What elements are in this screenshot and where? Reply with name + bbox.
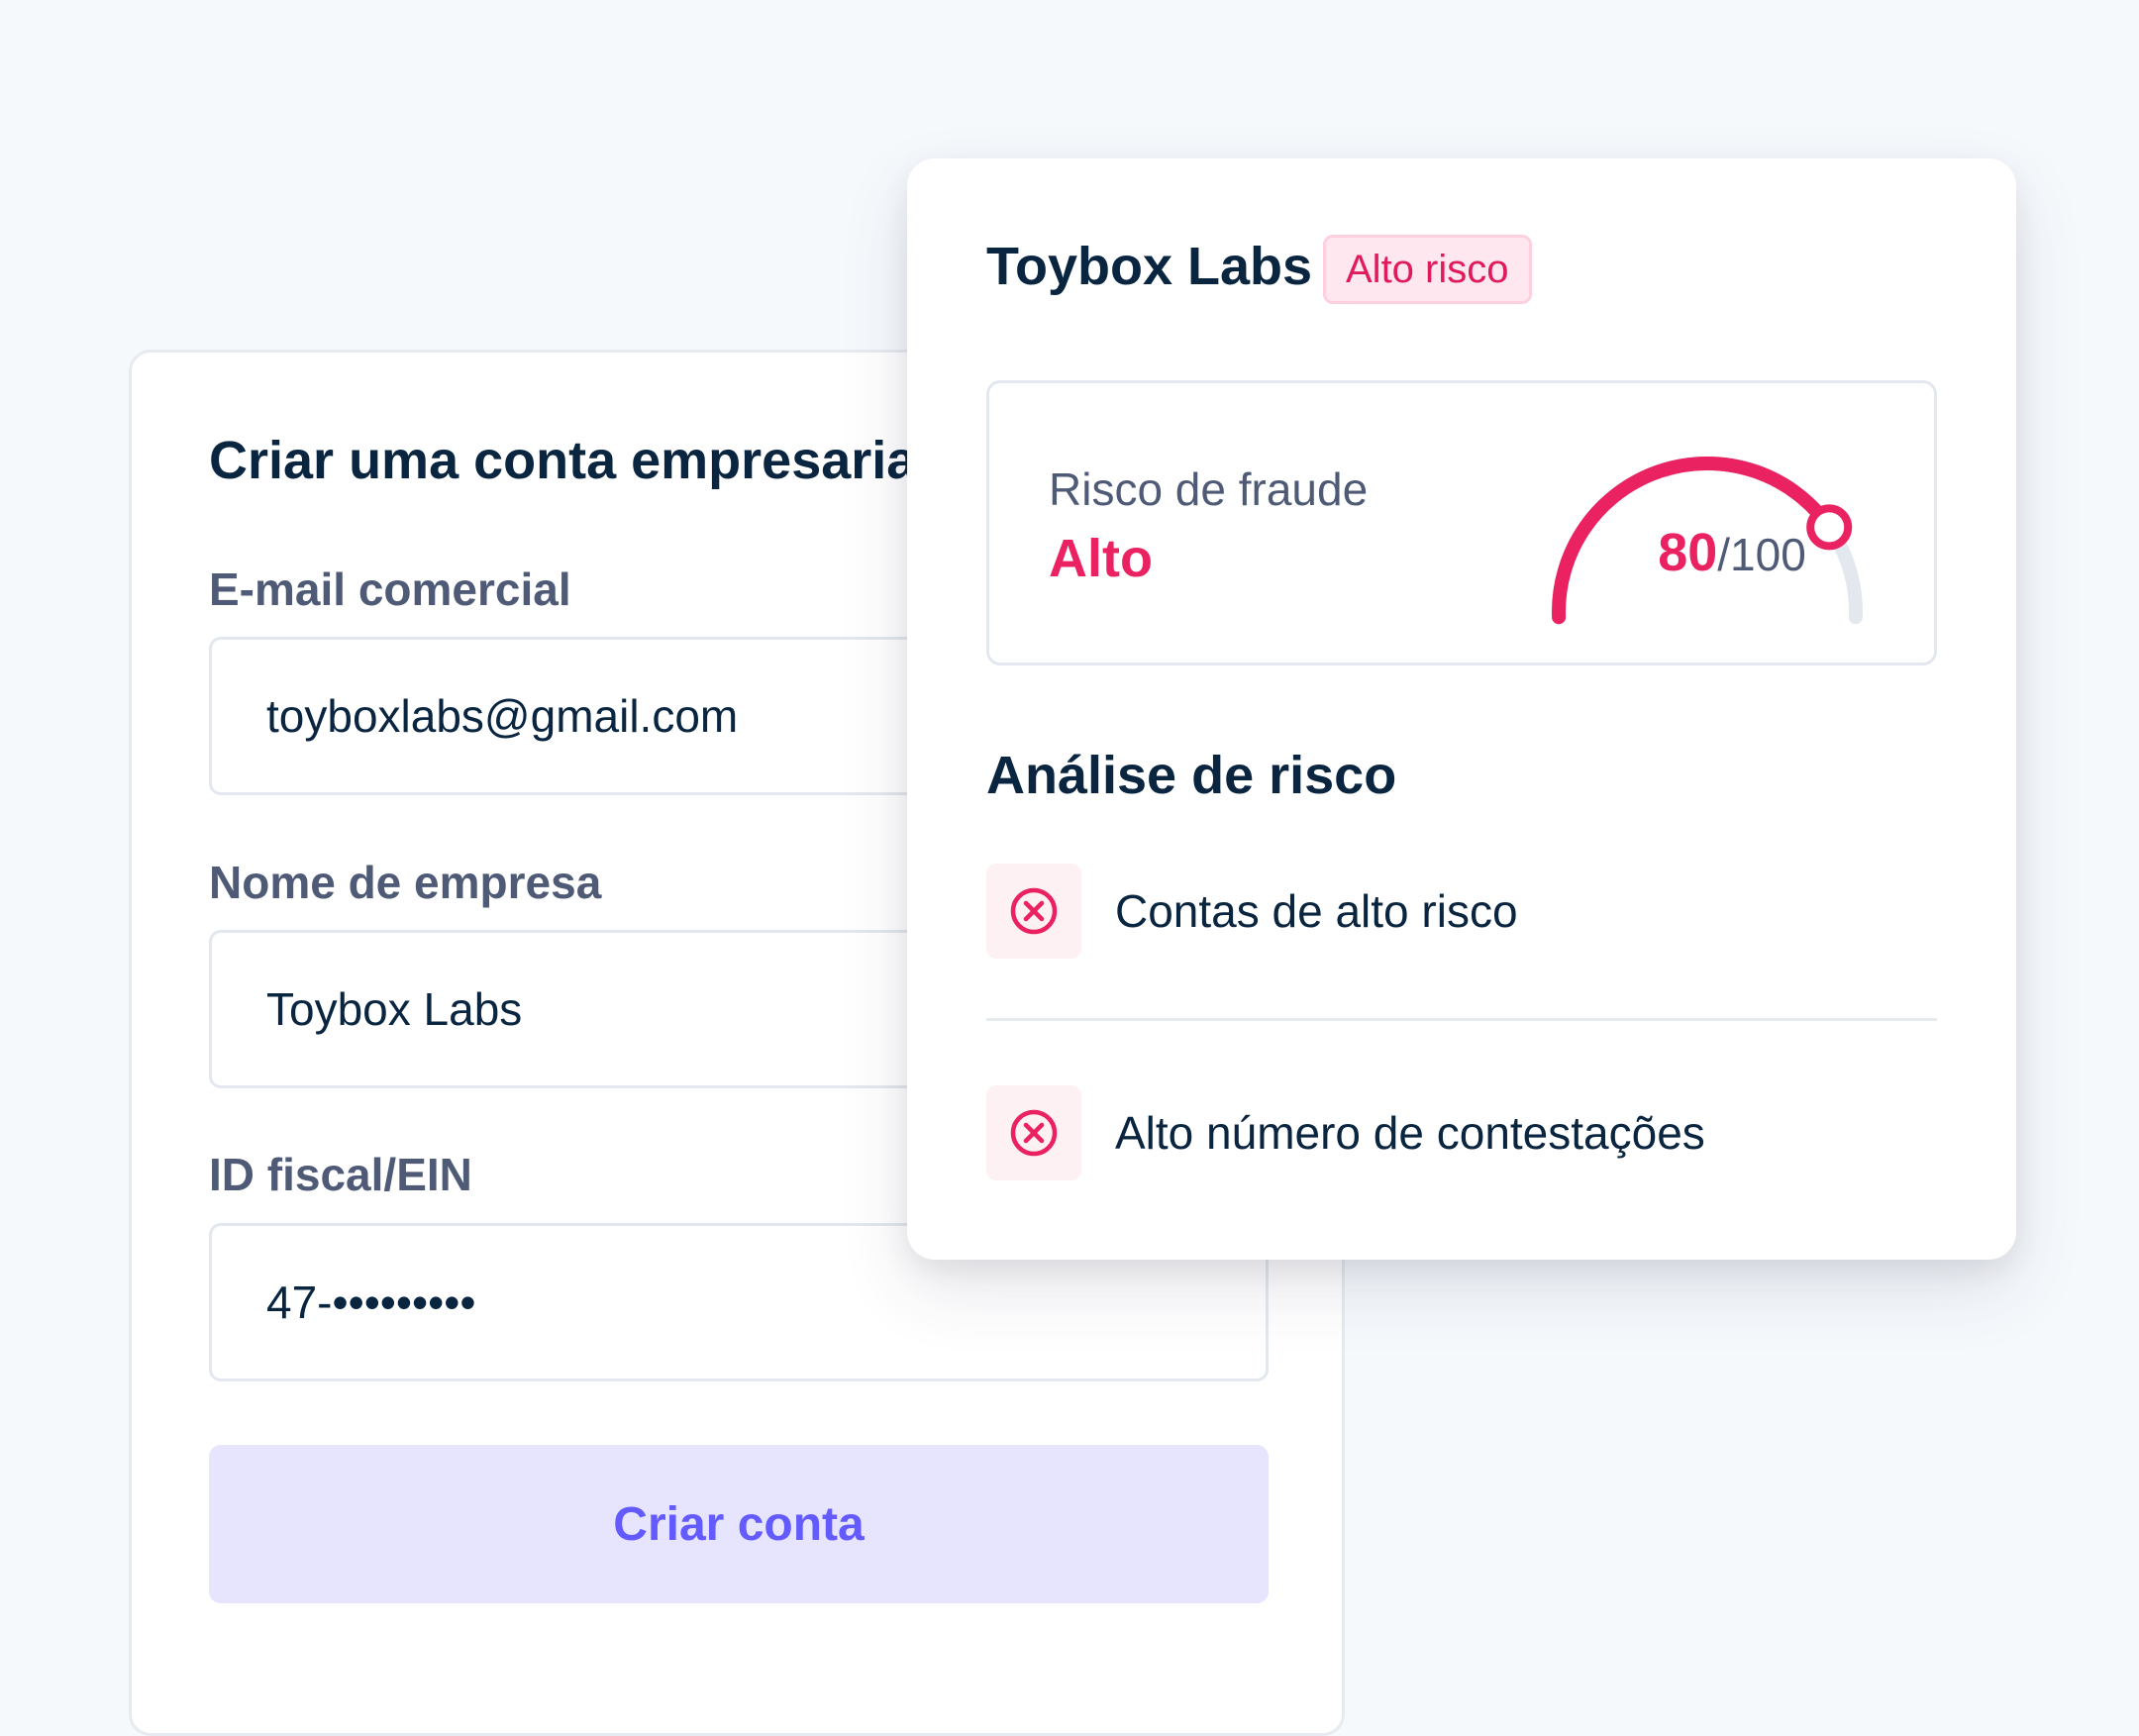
create-account-button[interactable]: Criar conta <box>209 1445 1269 1603</box>
email-label: E-mail comercial <box>209 563 571 615</box>
risk-item-text: Contas de alto risco <box>1115 885 1518 937</box>
fraud-risk-level: Alto <box>1049 529 1153 588</box>
company-name-label: Nome de empresa <box>209 857 602 908</box>
fraud-risk-label: Risco de fraude <box>1049 463 1369 515</box>
company-name-heading: Toybox Labs <box>986 237 1313 296</box>
risk-analysis-title: Análise de risco <box>986 746 1397 805</box>
risk-assessment-card: Toybox Labs Alto risco Risco de fraude A… <box>907 158 2016 1260</box>
risk-item-text: Alto número de contestações <box>1115 1107 1705 1159</box>
x-circle-icon <box>1010 887 1058 935</box>
fraud-score-readout: 80/100 <box>1623 522 1841 583</box>
risk-icon-container <box>986 864 1081 959</box>
tax-id-label: ID fiscal/EIN <box>209 1149 472 1200</box>
email-value: toyboxlabs@gmail.com <box>266 690 739 742</box>
tax-id-value: 47-••••••••• <box>266 1276 476 1328</box>
fraud-score-box: Risco de fraude Alto 80/100 <box>986 380 1937 665</box>
risk-item: Alto número de contestações <box>986 1085 1937 1180</box>
risk-icon-container <box>986 1085 1081 1180</box>
company-name-value: Toybox Labs <box>266 983 523 1035</box>
risk-item-divider <box>986 1018 1937 1021</box>
fraud-score-max: /100 <box>1717 529 1806 580</box>
risk-item: Contas de alto risco <box>986 864 1937 959</box>
fraud-score-value: 80 <box>1658 523 1718 582</box>
x-circle-icon <box>1010 1109 1058 1157</box>
risk-badge: Alto risco <box>1323 235 1532 304</box>
form-title: Criar uma conta empresarial <box>209 431 932 490</box>
